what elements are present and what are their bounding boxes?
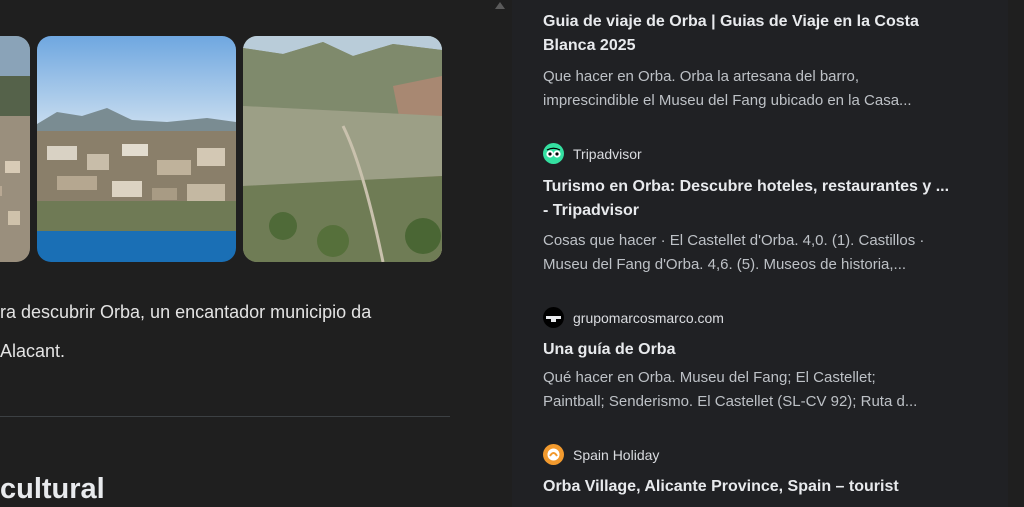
page-scrollbar[interactable] (1008, 0, 1024, 507)
result-4-title-line-1[interactable]: Orba Village, Alicante Province, Spain –… (543, 475, 993, 499)
scroll-up-arrow-icon[interactable] (495, 2, 505, 9)
spain-holiday-logo-icon (543, 444, 564, 465)
result-1-title[interactable]: Guia de viaje de Orba | Guias de Viaje e… (543, 10, 993, 58)
result-3-title-line-1[interactable]: Una guía de Orba (543, 338, 993, 362)
divider (0, 416, 450, 417)
result-4-title[interactable]: Orba Village, Alicante Province, Spain –… (543, 475, 993, 499)
result-2-title-line-1[interactable]: Turismo en Orba: Descubre hoteles, resta… (543, 175, 993, 199)
grupomarcos-logo-icon (543, 307, 564, 328)
tripadvisor-owl-icon (543, 143, 564, 164)
main-column: ra descubrir Orba, un encantador municip… (0, 0, 490, 507)
result-3-source-name[interactable]: grupomarcosmarco.com (573, 310, 724, 326)
result-1-snippet-line-2: imprescindible el Museu del Fang ubicado… (543, 92, 912, 109)
result-2-snippet-line-2: Museu del Fang d'Orba. 4,6. (5). Museos … (543, 256, 907, 273)
result-3-snippet-line-2: Paintball; Senderismo. El Castellet (SL-… (543, 393, 918, 410)
result-3-snippet-line-1: Qué hacer en Orba. Museu del Fang; El Ca… (543, 369, 876, 386)
result-1-snippet-line-1: Que hacer en Orba. Orba la artesana del … (543, 68, 860, 85)
orba-image-3[interactable] (243, 36, 442, 262)
orba-image-2[interactable] (37, 36, 236, 262)
results-panel: Guia de viaje de Orba | Guias de Viaje e… (512, 0, 1008, 507)
result-2-snippet-line-1: Cosas que hacer · El Castellet d'Orba. 4… (543, 232, 925, 249)
result-3-source[interactable]: grupomarcosmarco.com (543, 307, 724, 328)
result-1-title-line-2[interactable]: Blanca 2025 (543, 34, 993, 58)
result-2-title[interactable]: Turismo en Orba: Descubre hoteles, resta… (543, 175, 993, 223)
result-4-source-name[interactable]: Spain Holiday (573, 447, 659, 463)
result-2-source-name[interactable]: Tripadvisor (573, 146, 642, 162)
description-line-2: Alacant. (0, 341, 66, 361)
result-3-title[interactable]: Una guía de Orba (543, 338, 993, 362)
orba-image-1[interactable] (0, 36, 30, 262)
result-4-source[interactable]: Spain Holiday (543, 444, 659, 465)
result-1-title-line-1[interactable]: Guia de viaje de Orba | Guias de Viaje e… (543, 10, 993, 34)
section-heading: cultural (0, 473, 105, 505)
description-line-1: ra descubrir Orba, un encantador municip… (0, 302, 372, 322)
result-2-source[interactable]: Tripadvisor (543, 143, 642, 164)
result-2-title-line-2[interactable]: - Tripadvisor (543, 199, 993, 223)
